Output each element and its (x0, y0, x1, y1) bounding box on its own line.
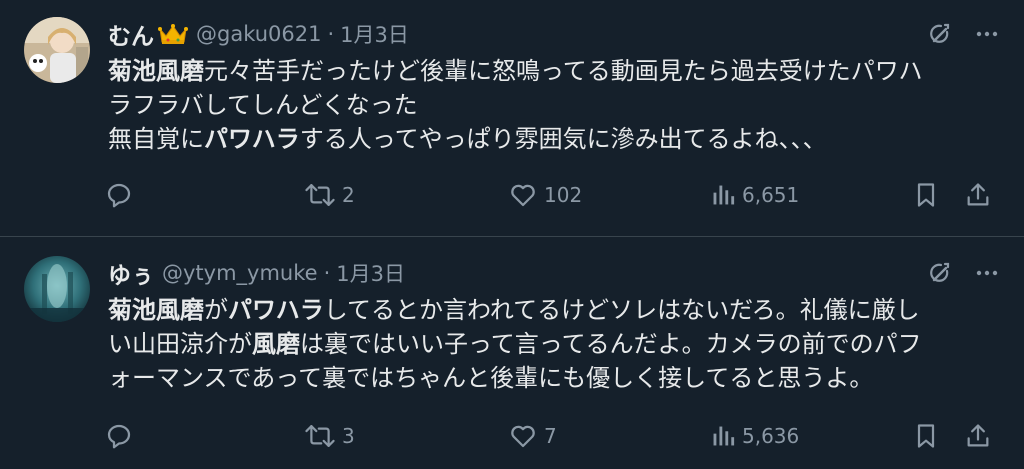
avatar[interactable] (24, 256, 90, 322)
tweet[interactable]: むん @gaku0621 · 1月3日 菊池風磨元々苦手だったけど後輩に怒鳴って… (0, 0, 1024, 237)
like-count: 102 (544, 183, 583, 207)
retweet-button[interactable]: 3 (304, 418, 355, 454)
tweet-actions: 2 102 6,651 (104, 177, 1000, 213)
avatar[interactable] (24, 17, 90, 83)
share-icon (967, 183, 989, 206)
display-name[interactable]: むん (108, 17, 154, 51)
retweet-count: 2 (342, 183, 355, 207)
share-icon (967, 424, 989, 447)
tweet-date[interactable]: 1月3日 (340, 19, 409, 49)
tweet[interactable]: ゆぅ @ytym_ymuke · 1月3日 菊池風磨がパワハラしてるとか言われて… (0, 237, 1024, 469)
share-button[interactable] (964, 177, 992, 213)
views-icon (713, 426, 735, 446)
tweet-text: 菊池風磨がパワハラしてるとか言われてるけどソレはないだろ。礼儀に厳し い山田涼介が… (108, 293, 998, 395)
user-handle[interactable]: @gaku0621 (196, 22, 321, 46)
bookmark-icon (917, 183, 935, 207)
text-segment: は裏ではいい子って言ってるんだよ。カメラの前でのパフ (300, 330, 922, 358)
reply-icon (107, 183, 131, 208)
text-segment: する人ってやっぱり雰囲気に滲み出てるよね、、、 (299, 125, 827, 153)
bold-text-segment: パワハラ (228, 296, 324, 324)
tweet-text: 菊池風磨元々苦手だったけど後輩に怒鳴ってる動画見たら過去受けたパワハラフラバして… (108, 54, 998, 156)
like-button[interactable]: 7 (508, 418, 557, 454)
tweet-text-line: ラフラバしてしんどくなった (108, 88, 998, 122)
like-button[interactable]: 102 (508, 177, 582, 213)
text-segment: 元々苦手だったけど後輩に怒鳴ってる動画見たら過去受けたパワハ (204, 57, 923, 85)
text-segment: い山田涼介が (108, 330, 252, 358)
bookmark-button[interactable] (912, 177, 940, 213)
timeline-feed: むん @gaku0621 · 1月3日 菊池風磨元々苦手だったけど後輩に怒鳴って… (0, 0, 1024, 469)
separator-dot: · (323, 261, 331, 285)
grok-icon[interactable] (926, 260, 952, 286)
more-icon[interactable] (974, 21, 1000, 47)
more-icon[interactable] (974, 260, 1000, 286)
views-count: 6,651 (742, 183, 800, 207)
share-button[interactable] (964, 418, 992, 454)
like-icon (511, 425, 535, 448)
tweet-text-line: ォーマンスであって裏ではちゃんと後輩にも優しく接してると思うよ。 (108, 361, 998, 395)
bold-text-segment: 風磨 (252, 330, 300, 358)
tweet-header: ゆぅ @ytym_ymuke · 1月3日 (108, 256, 1000, 290)
retweet-count: 3 (342, 424, 355, 448)
bookmark-icon (917, 424, 935, 448)
bold-text-segment: パワハラ (204, 125, 300, 153)
views-button[interactable]: 5,636 (710, 418, 799, 454)
separator-dot: · (327, 22, 335, 46)
reply-button[interactable] (104, 418, 140, 454)
text-segment: してるとか言われてるけどソレはないだろ。礼儀に厳し (323, 296, 920, 324)
grok-icon[interactable] (926, 21, 952, 47)
retweet-button[interactable]: 2 (304, 177, 355, 213)
text-segment: 無自覚に (108, 125, 204, 153)
views-button[interactable]: 6,651 (710, 177, 799, 213)
tweet-text-line: 菊池風磨がパワハラしてるとか言われてるけどソレはないだろ。礼儀に厳し (108, 293, 998, 327)
text-segment: が (204, 296, 228, 324)
bold-text-segment: 菊池風磨 (108, 57, 204, 85)
tweet-text-line: 菊池風磨元々苦手だったけど後輩に怒鳴ってる動画見たら過去受けたパワハ (108, 54, 998, 88)
reply-button[interactable] (104, 177, 140, 213)
tweet-text-line: い山田涼介が風磨は裏ではいい子って言ってるんだよ。カメラの前でのパフ (108, 327, 998, 361)
avatar-image (24, 256, 90, 322)
reply-icon (107, 424, 131, 449)
crown-icon (158, 24, 188, 44)
text-segment: ラフラバしてしんどくなった (108, 91, 418, 119)
like-icon (511, 184, 535, 207)
views-count: 5,636 (742, 424, 800, 448)
retweet-icon (305, 425, 335, 447)
text-segment: ォーマンスであって裏ではちゃんと後輩にも優しく接してると思うよ。 (108, 364, 874, 392)
display-name[interactable]: ゆぅ (108, 256, 154, 290)
tweet-date[interactable]: 1月3日 (336, 258, 405, 288)
user-handle[interactable]: @ytym_ymuke (162, 261, 318, 285)
views-icon (713, 185, 735, 205)
like-count: 7 (544, 424, 557, 448)
tweet-actions: 3 7 5,636 (104, 418, 1000, 454)
bold-text-segment: 菊池風磨 (108, 296, 204, 324)
tweet-header: むん @gaku0621 · 1月3日 (108, 17, 1000, 51)
tweet-text-line: 無自覚にパワハラする人ってやっぱり雰囲気に滲み出てるよね、、、 (108, 122, 998, 156)
avatar-image (24, 17, 90, 83)
retweet-icon (305, 184, 335, 206)
bookmark-button[interactable] (912, 418, 940, 454)
